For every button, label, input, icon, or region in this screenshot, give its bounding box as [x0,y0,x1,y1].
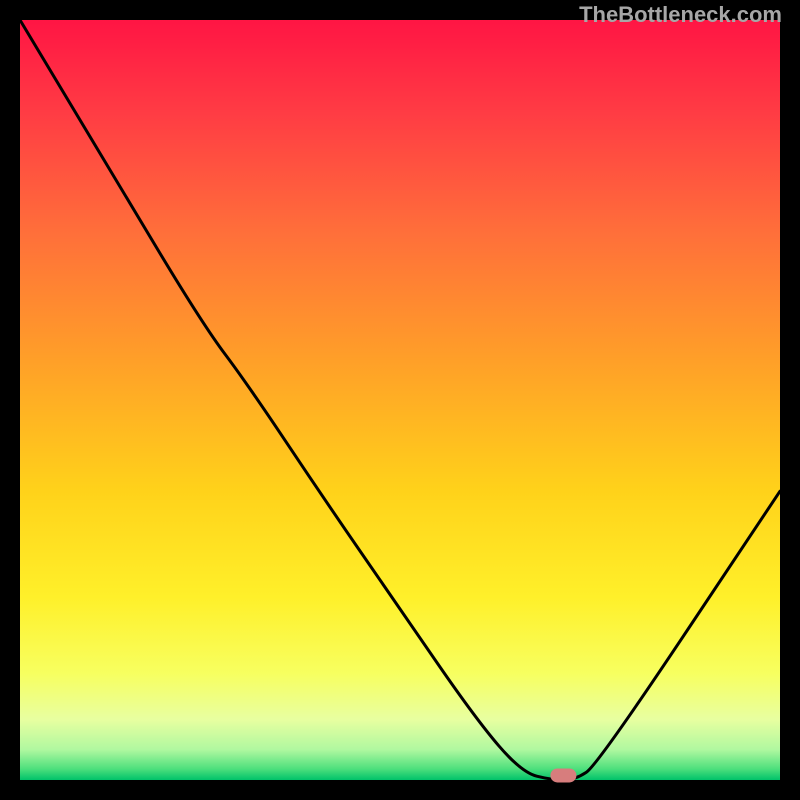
watermark-text: TheBottleneck.com [579,2,782,28]
optimal-marker [550,768,576,782]
bottleneck-chart: TheBottleneck.com [0,0,800,800]
chart-svg [0,0,800,800]
chart-background [20,20,780,780]
